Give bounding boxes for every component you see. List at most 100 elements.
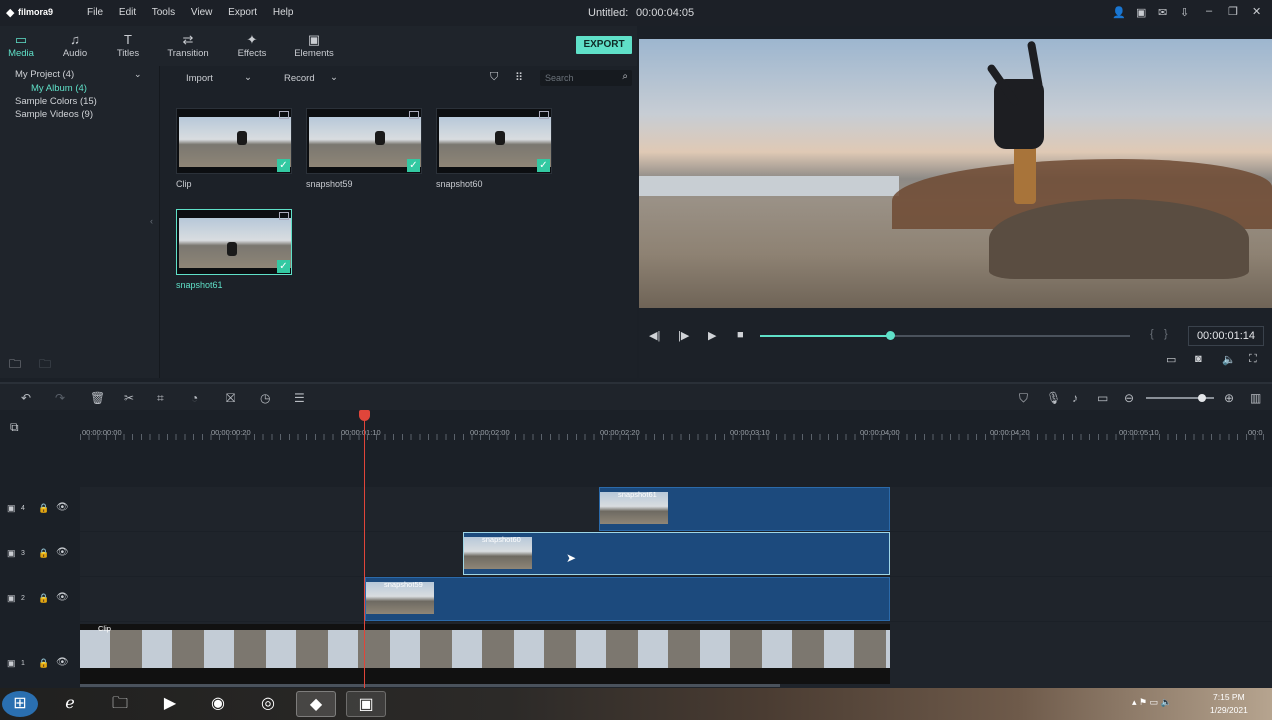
tab-audio[interactable]: ♫ Audio bbox=[45, 32, 105, 59]
tab-effects[interactable]: ✦ Effects bbox=[222, 32, 282, 59]
thumbnail-figure bbox=[375, 131, 385, 145]
restore-icon[interactable]: ❐ bbox=[1228, 5, 1238, 18]
record-dropdown-icon[interactable]: ⌄ bbox=[330, 72, 338, 83]
media-item-snapshot59[interactable]: ✓ bbox=[306, 108, 422, 174]
split-icon[interactable]: ✂ bbox=[124, 391, 134, 405]
clock-time: 7:15 PM bbox=[1213, 692, 1245, 702]
play-icon[interactable]: ▶ bbox=[708, 329, 716, 342]
fullscreen-icon[interactable]: ⛶ bbox=[1249, 353, 1257, 366]
track-number: 2 bbox=[21, 595, 25, 602]
lock-icon[interactable]: 🔒 bbox=[38, 548, 49, 559]
tab-effects-label: Effects bbox=[237, 48, 267, 59]
menu-file[interactable]: File bbox=[87, 7, 103, 18]
stop-icon[interactable]: ■ bbox=[737, 329, 744, 341]
filmora-taskbar-icon[interactable]: ◆ bbox=[296, 691, 336, 717]
track-header-2: ▣ 2 🔒 👁 bbox=[0, 577, 80, 621]
minimize-icon[interactable]: – bbox=[1206, 5, 1212, 17]
close-icon[interactable]: ✕ bbox=[1252, 5, 1261, 18]
start-button[interactable]: ⊞ bbox=[2, 691, 38, 717]
voiceover-icon[interactable]: 🎙 bbox=[1046, 391, 1061, 405]
media-item-clip[interactable]: ✓ bbox=[176, 108, 292, 174]
eye-icon[interactable]: 👁 bbox=[56, 657, 69, 668]
search-icon[interactable]: ⌕ bbox=[622, 71, 628, 82]
track-header-1: ▣ 1 🔒 👁 bbox=[0, 622, 80, 688]
filter-icon[interactable]: ⛉ bbox=[490, 71, 498, 84]
import-button[interactable]: Import bbox=[186, 73, 213, 84]
marker-icon[interactable]: ⛉ bbox=[1019, 391, 1028, 406]
add-track-icon[interactable]: ⧉ bbox=[10, 420, 19, 435]
crop-icon[interactable]: ⌗ bbox=[157, 391, 164, 406]
clip-filmstrip bbox=[80, 630, 890, 668]
tree-sample-colors[interactable]: Sample Colors (15) bbox=[15, 96, 97, 107]
timeline-clip-snapshot59[interactable]: snapshot59 bbox=[365, 577, 890, 621]
timeline-clip-snapshot60[interactable]: snapshot60 ➤ bbox=[463, 532, 890, 575]
grid-view-icon[interactable]: ⠿ bbox=[515, 71, 523, 84]
lock-icon[interactable]: 🔒 bbox=[38, 593, 49, 604]
pip-icon[interactable]: ▭ bbox=[1097, 391, 1108, 405]
menu-tools[interactable]: Tools bbox=[152, 7, 175, 18]
music-note-icon: ♫ bbox=[70, 32, 80, 47]
mail-icon[interactable]: ✉ bbox=[1158, 6, 1167, 19]
tree-sample-videos[interactable]: Sample Videos (9) bbox=[15, 109, 93, 120]
zoom-handle[interactable] bbox=[1198, 394, 1206, 402]
download-icon[interactable]: ⇩ bbox=[1180, 6, 1189, 19]
mark-in-icon[interactable]: { bbox=[1150, 328, 1154, 340]
remove-folder-icon[interactable]: 🗀 bbox=[39, 355, 51, 376]
firefox-icon[interactable]: ◉ bbox=[198, 691, 238, 717]
prev-frame-icon[interactable]: ◀| bbox=[649, 329, 660, 342]
record-button[interactable]: Record bbox=[284, 73, 315, 84]
tab-transition[interactable]: ⇄ Transition bbox=[158, 32, 218, 59]
speed-icon[interactable]: ◔ bbox=[191, 391, 198, 405]
playback-handle[interactable] bbox=[885, 331, 895, 340]
timeline-clip-snapshot61[interactable]: snapshot61 bbox=[599, 487, 890, 531]
timeline-settings-icon[interactable]: ▥ bbox=[1250, 391, 1261, 405]
green-screen-icon[interactable]: ⛝ bbox=[226, 391, 235, 406]
display-settings-icon[interactable]: ▭ bbox=[1166, 353, 1176, 366]
undo-icon[interactable]: ↶ bbox=[21, 391, 31, 405]
save-icon[interactable]: ▣ bbox=[1136, 6, 1146, 19]
chrome-icon[interactable]: ◎ bbox=[248, 691, 288, 717]
eye-icon[interactable]: 👁 bbox=[56, 592, 69, 603]
export-button[interactable]: EXPORT bbox=[576, 36, 632, 54]
search-box[interactable]: Search ⌕ bbox=[540, 70, 632, 86]
file-explorer-icon[interactable]: 🗀 bbox=[100, 691, 140, 717]
tab-elements[interactable]: ▣ Elements bbox=[284, 32, 344, 59]
zoom-in-icon[interactable]: ⊕ bbox=[1224, 391, 1234, 405]
snapshot-icon[interactable]: ◙ bbox=[1195, 353, 1202, 365]
audio-track-icon[interactable]: ♪ bbox=[1072, 391, 1078, 405]
audio-mixer-icon[interactable]: ☰ bbox=[294, 391, 305, 405]
media-item-snapshot60[interactable]: ✓ bbox=[436, 108, 552, 174]
tab-media[interactable]: ▭ Media bbox=[0, 32, 51, 59]
eye-icon[interactable]: 👁 bbox=[56, 502, 69, 513]
menu-view[interactable]: View bbox=[191, 7, 213, 18]
windows-taskbar: ⊞ ℯ 🗀 ▶ ◉ ◎ ◆ ▣ ▴ ⚑ ▭ 🔈 7:15 PM 1/29/202… bbox=[0, 688, 1272, 720]
chevron-down-icon[interactable]: ⌄ bbox=[134, 69, 142, 80]
tab-titles[interactable]: T Titles bbox=[98, 32, 158, 59]
menu-export[interactable]: Export bbox=[228, 7, 257, 18]
delete-icon[interactable]: 🗑 bbox=[90, 391, 105, 405]
tree-my-album[interactable]: My Album (4) bbox=[31, 83, 87, 94]
lock-icon[interactable]: 🔒 bbox=[38, 658, 49, 669]
timeline-scrollbar[interactable] bbox=[80, 684, 780, 687]
tree-my-project[interactable]: My Project (4) bbox=[15, 69, 74, 80]
menu-help[interactable]: Help bbox=[273, 7, 294, 18]
menu-edit[interactable]: Edit bbox=[119, 7, 136, 18]
zoom-out-icon[interactable]: ⊖ bbox=[1124, 391, 1134, 405]
redo-icon[interactable]: ↷ bbox=[55, 391, 65, 405]
volume-icon[interactable]: 🔈 bbox=[1222, 353, 1236, 366]
play-pause-icon[interactable]: |▶ bbox=[678, 329, 689, 342]
media-player-icon[interactable]: ▶ bbox=[150, 691, 190, 717]
internet-explorer-icon[interactable]: ℯ bbox=[50, 691, 90, 717]
new-folder-icon[interactable]: 🗀 bbox=[9, 355, 21, 376]
tray-icons[interactable]: ▴ ⚑ ▭ 🔈 bbox=[1132, 697, 1172, 708]
duration-icon[interactable]: ◷ bbox=[260, 391, 270, 405]
collapse-panel-icon[interactable]: ‹ bbox=[150, 216, 153, 226]
mark-out-icon[interactable]: } bbox=[1164, 328, 1168, 340]
save-taskbar-icon[interactable]: ▣ bbox=[346, 691, 386, 717]
account-icon[interactable]: 👤 bbox=[1112, 6, 1126, 19]
media-item-snapshot61[interactable]: ✓ bbox=[176, 209, 292, 275]
import-dropdown-icon[interactable]: ⌄ bbox=[244, 72, 252, 83]
eye-icon[interactable]: 👁 bbox=[56, 547, 69, 558]
lock-icon[interactable]: 🔒 bbox=[38, 503, 49, 514]
playhead[interactable] bbox=[364, 418, 365, 688]
